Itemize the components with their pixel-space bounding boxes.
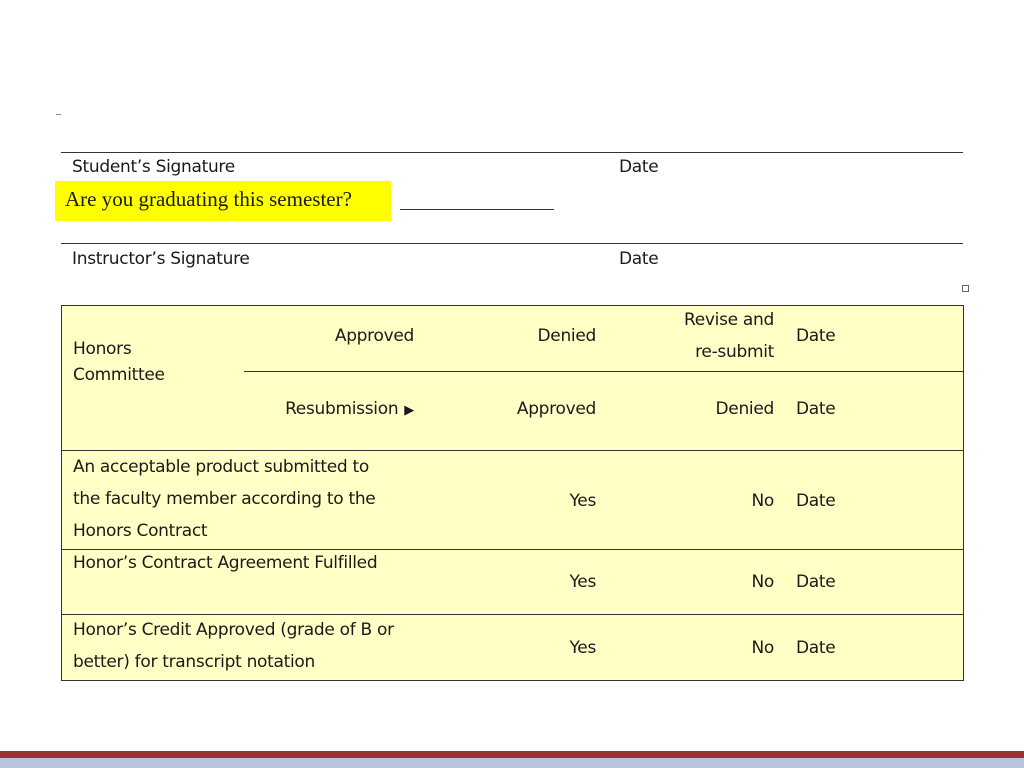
table-divider bbox=[62, 549, 963, 550]
honors-committee-label: Honors Committee bbox=[73, 339, 165, 385]
check-row-3-line-1: Honor’s Credit Approved (grade of B or bbox=[73, 620, 394, 640]
resubmission-date: Date bbox=[796, 399, 836, 419]
student-date-label: Date bbox=[619, 157, 659, 177]
check-row-1-line-2: the faculty member according to the bbox=[73, 489, 376, 509]
triangle-right-icon: ▶ bbox=[404, 403, 414, 418]
committee-revise-line1: Revise and bbox=[684, 310, 774, 330]
decorative-dash bbox=[56, 114, 61, 115]
check-row-1-yes: Yes bbox=[569, 491, 596, 511]
student-signature-label: Student’s Signature bbox=[72, 157, 235, 177]
check-row-3-no: No bbox=[751, 638, 774, 658]
check-row-1-line-3: Honors Contract bbox=[73, 521, 208, 541]
check-row-3-yes: Yes bbox=[569, 638, 596, 658]
check-row-1-description: An acceptable product submitted to the f… bbox=[73, 451, 433, 547]
graduating-answer-field[interactable] bbox=[400, 209, 554, 210]
footer-band-blue bbox=[0, 758, 1024, 768]
student-signature-line bbox=[61, 152, 963, 153]
graduating-question: Are you graduating this semester? bbox=[65, 187, 352, 211]
check-row-3-line-2: better) for transcript notation bbox=[73, 652, 315, 672]
committee-divider bbox=[244, 371, 963, 372]
resize-handle-icon bbox=[962, 285, 969, 292]
resubmission-text: Resubmission bbox=[285, 399, 399, 419]
check-row-2-date: Date bbox=[796, 572, 836, 592]
instructor-date-label: Date bbox=[619, 249, 659, 269]
instructor-signature-label: Instructor’s Signature bbox=[72, 249, 250, 269]
resubmission-approved: Approved bbox=[516, 399, 596, 419]
resubmission-label: Resubmission ▶ bbox=[242, 399, 414, 419]
resubmission-denied: Denied bbox=[715, 399, 775, 419]
footer-band-red bbox=[0, 751, 1024, 758]
committee-approved: Approved bbox=[334, 326, 414, 346]
instructor-signature-line bbox=[61, 243, 963, 244]
check-row-1-date: Date bbox=[796, 491, 836, 511]
approval-table: Honors Committee Approved Denied Revise … bbox=[61, 305, 964, 681]
check-row-1-line-1: An acceptable product submitted to bbox=[73, 457, 369, 477]
check-row-1-no: No bbox=[751, 491, 774, 511]
committee-revise-line2: re-submit bbox=[695, 342, 774, 362]
check-row-2-yes: Yes bbox=[569, 572, 596, 592]
check-row-3-date: Date bbox=[796, 638, 836, 658]
check-row-2-line-1: Honor’s Contract Agreement Fulfilled bbox=[73, 553, 378, 573]
committee-denied: Denied bbox=[537, 326, 597, 346]
check-row-2-no: No bbox=[751, 572, 774, 592]
check-row-3-description: Honor’s Credit Approved (grade of B or b… bbox=[73, 614, 433, 678]
check-row-2-description: Honor’s Contract Agreement Fulfilled bbox=[73, 553, 433, 573]
committee-date: Date bbox=[796, 326, 836, 346]
